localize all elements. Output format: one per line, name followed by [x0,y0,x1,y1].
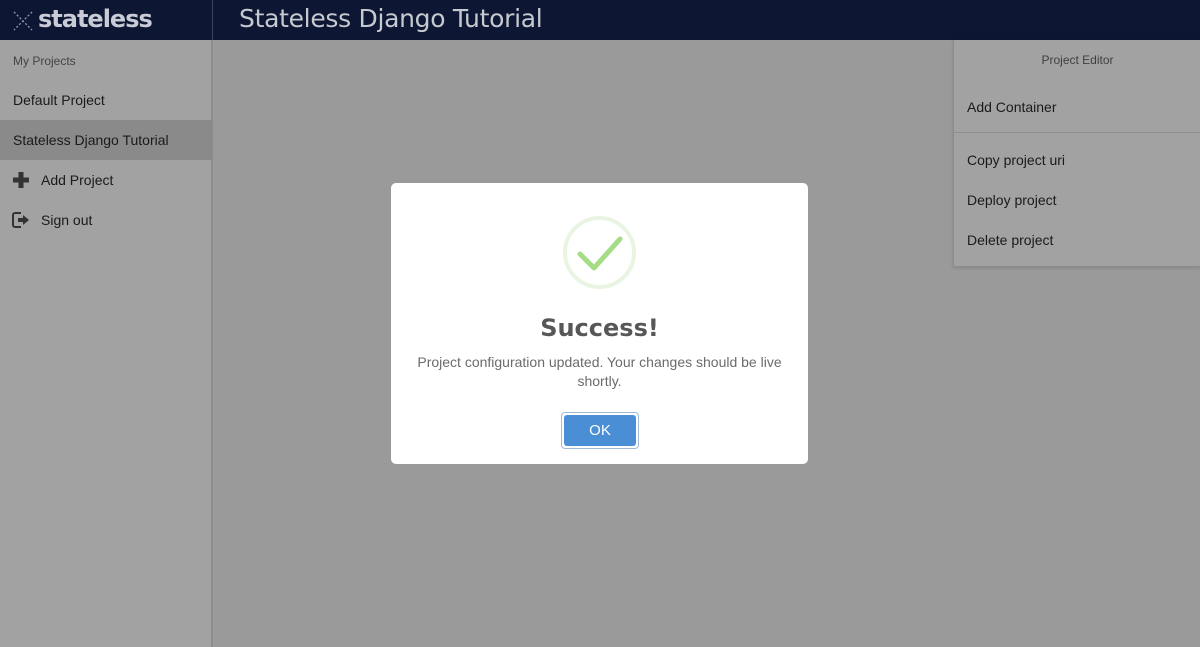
sidebar-item-label: Stateless Django Tutorial [13,132,169,148]
ok-button-label: OK [564,415,636,446]
sidebar-item-label: Add Project [41,172,114,188]
sidebar-item-label: Sign out [41,212,93,228]
top-bar: stateless Stateless Django Tutorial [0,0,1200,40]
deploy-project-menu-item[interactable]: Deploy project [967,192,1057,208]
project-editor-heading: Project Editor [1041,53,1114,67]
stateless-logo-icon [13,11,33,31]
sidebar-item-stateless-django-tutorial[interactable]: Stateless Django Tutorial [0,120,213,160]
add-container-menu-item[interactable]: Add Container [967,99,1057,115]
project-editor-menu: Project Editor Add Container Copy projec… [953,40,1200,267]
page-title: Stateless Django Tutorial [239,4,543,33]
delete-project-menu-item[interactable]: Delete project [967,232,1053,248]
brand-logo[interactable]: stateless [0,0,213,40]
dialog-title: Success! [540,314,659,342]
sidebar: My Projects Default Project Stateless Dj… [0,40,213,647]
brand-name: stateless [38,5,153,33]
sidebar-item-add-project[interactable]: Add Project [0,160,213,200]
sidebar-item-default-project[interactable]: Default Project [0,80,213,120]
dialog-message: Project configuration updated. Your chan… [417,354,782,389]
menu-divider [954,132,1200,133]
sidebar-heading: My Projects [13,54,76,68]
ok-button[interactable]: OK [561,412,639,449]
success-dialog: Success! Project configuration updated. … [391,183,808,464]
success-check-icon [577,236,623,271]
sign-out-icon [12,212,29,228]
copy-project-uri-menu-item[interactable]: Copy project uri [967,152,1065,168]
plus-icon [13,172,29,188]
sidebar-item-label: Default Project [13,92,105,108]
sidebar-item-sign-out[interactable]: Sign out [0,200,213,240]
